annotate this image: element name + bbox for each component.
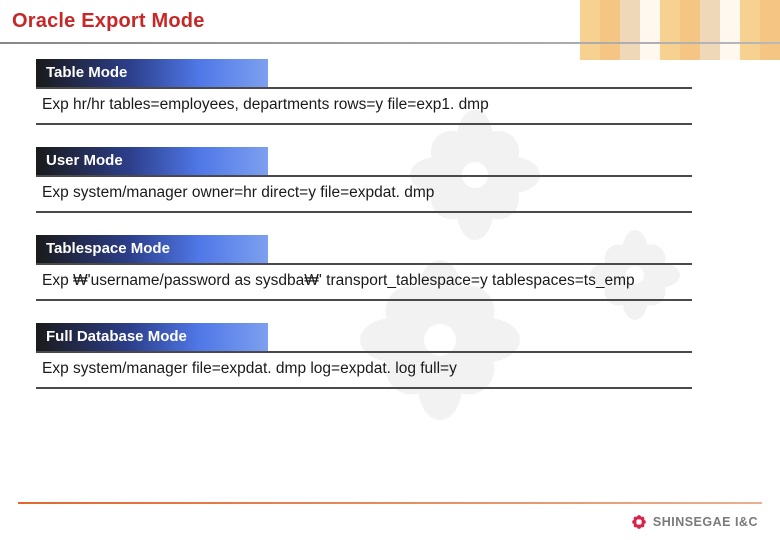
- section-title: User Mode: [36, 147, 268, 175]
- footer-brand-text: SHINSEGAE I&C: [653, 515, 758, 529]
- section-user-mode: User Mode Exp system/manager owner=hr di…: [36, 147, 750, 213]
- section-title: Table Mode: [36, 59, 268, 87]
- section-body: Exp hr/hr tables=employees, departments …: [36, 87, 692, 125]
- title-row: Oracle Export Mode: [0, 0, 780, 39]
- flower-logo-icon: [631, 514, 647, 530]
- section-tablespace-mode: Tablespace Mode Exp ₩'username/password …: [36, 235, 750, 301]
- section-body: Exp system/manager owner=hr direct=y fil…: [36, 175, 692, 213]
- section-table-mode: Table Mode Exp hr/hr tables=employees, d…: [36, 59, 750, 125]
- section-title: Tablespace Mode: [36, 235, 268, 263]
- footer-rule: [18, 502, 762, 504]
- section-body: Exp ₩'username/password as sysdba₩' tran…: [36, 263, 692, 301]
- footer-logo: SHINSEGAE I&C: [631, 514, 758, 530]
- content-area: Table Mode Exp hr/hr tables=employees, d…: [0, 39, 780, 389]
- section-body: Exp system/manager file=expdat. dmp log=…: [36, 351, 692, 389]
- page-title: Oracle Export Mode: [12, 10, 205, 32]
- section-title: Full Database Mode: [36, 323, 268, 351]
- section-full-database-mode: Full Database Mode Exp system/manager fi…: [36, 323, 750, 389]
